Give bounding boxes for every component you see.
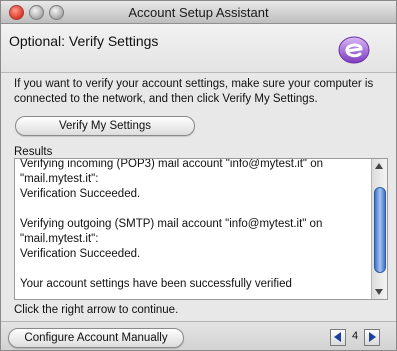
results-line: Verification Succeeded.: [20, 188, 141, 200]
results-line: Verifying incoming (POP3) mail account "…: [20, 158, 323, 170]
results-text: Verifying incoming (POP3) mail account "…: [20, 158, 370, 292]
step-title: Optional: Verify Settings: [9, 33, 159, 49]
results-line: Your account settings have been successf…: [20, 278, 292, 290]
scroll-down-arrow-icon[interactable]: [375, 289, 383, 295]
right-arrow-icon: [369, 332, 376, 342]
intro-text: If you want to verify your account setti…: [14, 78, 374, 105]
results-label: Results: [14, 146, 53, 158]
step-navigator: 4: [330, 329, 380, 346]
window-title: Account Setup Assistant: [128, 5, 269, 20]
results-textbox[interactable]: Verifying incoming (POP3) mail account "…: [14, 158, 388, 300]
next-step-button[interactable]: [364, 329, 380, 346]
scroll-up-arrow-icon[interactable]: [375, 163, 383, 169]
results-line: "mail.mytest.it":: [20, 233, 99, 245]
configure-account-manually-button[interactable]: Configure Account Manually: [8, 328, 184, 348]
step-number: 4: [351, 330, 359, 342]
step-header: Optional: Verify Settings: [1, 24, 396, 73]
title-bar: Account Setup Assistant: [1, 1, 396, 24]
entourage-logo-icon: [338, 36, 370, 64]
results-line: Verifying outgoing (SMTP) mail account "…: [20, 218, 323, 230]
account-setup-window: Account Setup Assistant Optional: Verify…: [0, 0, 397, 351]
verify-my-settings-button[interactable]: Verify My Settings: [15, 116, 195, 136]
results-blank-line: [20, 262, 370, 277]
previous-step-button[interactable]: [330, 329, 346, 346]
results-scrollbar[interactable]: [371, 159, 387, 299]
results-blank-line: [20, 202, 370, 217]
continue-instruction: Click the right arrow to continue.: [14, 304, 179, 316]
scroll-thumb[interactable]: [374, 187, 386, 273]
footer-bar: Configure Account Manually 4: [1, 321, 396, 350]
results-line: Verification Succeeded.: [20, 248, 141, 260]
results-line: "mail.mytest.it":: [20, 173, 99, 185]
left-arrow-icon: [334, 332, 341, 342]
